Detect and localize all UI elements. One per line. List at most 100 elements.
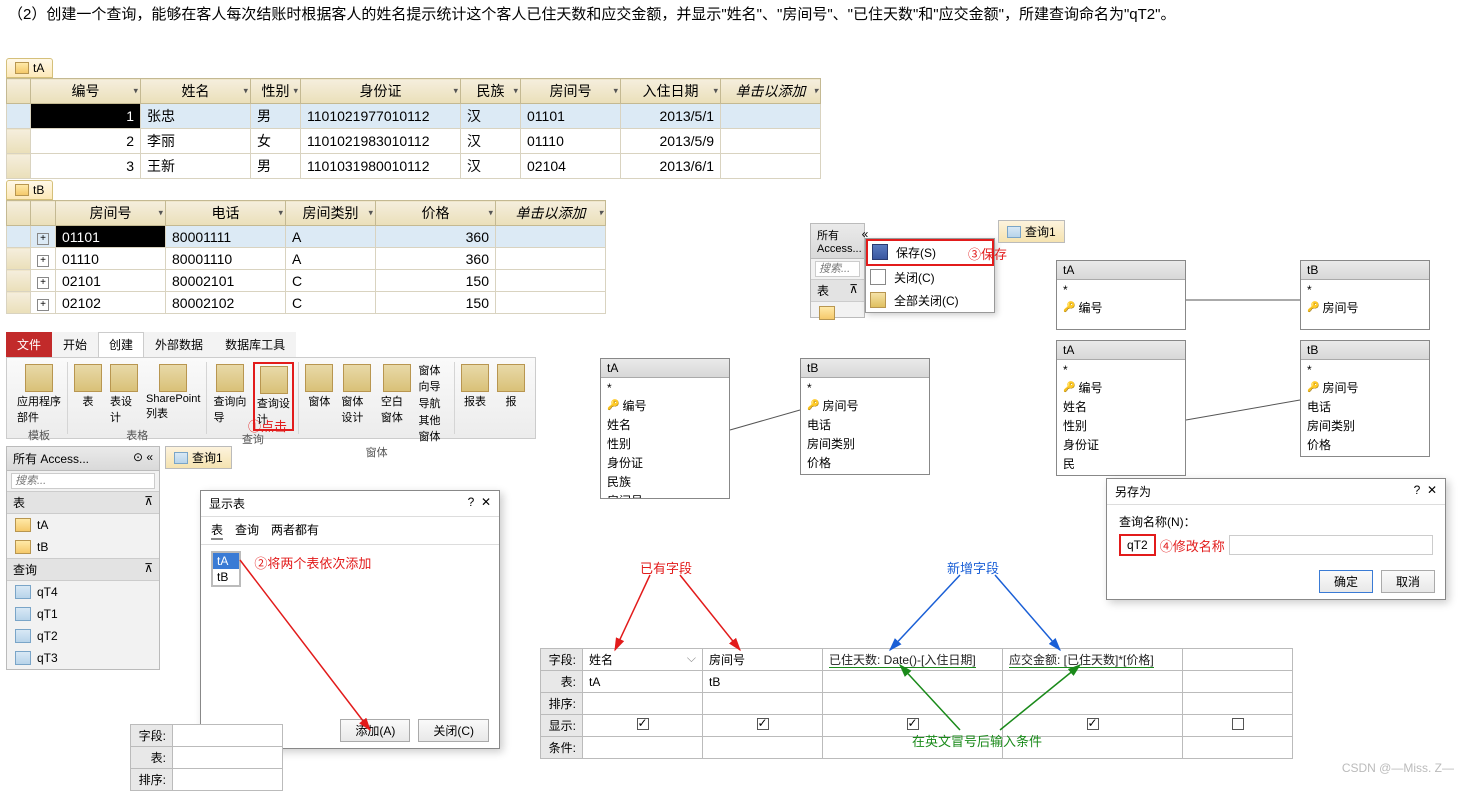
key-icon: 🔑 bbox=[607, 400, 619, 411]
dialog-title: 显示表 bbox=[209, 495, 245, 512]
search-input[interactable] bbox=[815, 261, 860, 277]
btn-table-design[interactable]: 表设计 bbox=[108, 362, 140, 427]
table-row[interactable]: +0111080001110A360 bbox=[7, 248, 606, 270]
table-row[interactable]: +0210180002101C150 bbox=[7, 270, 606, 292]
list-item[interactable]: tB bbox=[213, 569, 239, 585]
col-header[interactable]: 民族▾ bbox=[461, 79, 521, 104]
nav-cat-tables[interactable]: 表⊼ bbox=[7, 491, 159, 514]
close-icon[interactable]: ✕ bbox=[481, 495, 491, 509]
btn-blank-form[interactable]: 空白窗体 bbox=[379, 362, 415, 427]
nav-item-tA[interactable]: tA bbox=[7, 514, 159, 536]
col-add[interactable]: 单击以添加▾ bbox=[721, 79, 821, 104]
queryname-input[interactable]: qT2 bbox=[1119, 534, 1156, 556]
key-icon: 🔑 bbox=[807, 400, 819, 411]
close-icon[interactable]: ✕ bbox=[1427, 483, 1437, 497]
save-icon bbox=[872, 244, 888, 260]
col-add[interactable]: 单击以添加▾ bbox=[496, 201, 606, 226]
btn-form-design[interactable]: 窗体设计 bbox=[339, 362, 375, 427]
btn-other-forms[interactable]: 其他窗体 bbox=[418, 412, 450, 444]
btn-report2[interactable]: 报 bbox=[495, 362, 527, 411]
btn-sharepoint[interactable]: SharePoint 列表 bbox=[144, 362, 202, 423]
nav-item-query[interactable]: qT2 bbox=[7, 625, 159, 647]
ribbon-tab-file[interactable]: 文件 bbox=[6, 332, 52, 357]
close-button[interactable]: 关闭(C) bbox=[418, 719, 489, 742]
table-row[interactable]: 3王新男1101031980010112汉021042013/6/1 bbox=[7, 154, 821, 179]
expand-icon[interactable]: + bbox=[37, 255, 49, 267]
help-icon[interactable]: ? bbox=[1414, 483, 1421, 497]
tab-label: tA bbox=[33, 61, 44, 75]
tab-tables[interactable]: 表 bbox=[211, 521, 223, 540]
search-input[interactable] bbox=[11, 473, 155, 489]
nav-header[interactable]: 所有 Access...⊙ « bbox=[7, 447, 159, 471]
menu-close[interactable]: 关闭(C) bbox=[866, 266, 994, 289]
col-header[interactable]: 房间号▾ bbox=[521, 79, 621, 104]
queryname-field-rest[interactable] bbox=[1229, 535, 1433, 555]
col-header[interactable]: 价格▾ bbox=[376, 201, 496, 226]
col-header[interactable]: 性别▾ bbox=[251, 79, 301, 104]
col-header[interactable]: 身份证▾ bbox=[301, 79, 461, 104]
fieldlist-tB-top[interactable]: tB *🔑房间号 bbox=[1300, 260, 1430, 330]
table-row[interactable]: +0110180001111A360 bbox=[7, 226, 606, 248]
annotation-save: ③保存 bbox=[968, 244, 1007, 263]
fieldlist-tB-mid[interactable]: tB * 🔑房间号 电话 房间类别 价格 bbox=[1300, 340, 1430, 457]
nav-cat-queries[interactable]: 查询⊼ bbox=[7, 558, 159, 581]
grid-label: 字段: bbox=[131, 725, 173, 747]
table-tab-tB[interactable]: tB bbox=[6, 180, 53, 200]
btn-app-parts[interactable]: 应用程序 部件 bbox=[15, 362, 63, 427]
expand-icon[interactable]: + bbox=[37, 233, 49, 245]
table-row[interactable]: 2李丽女1101021983010112汉011102013/5/9 bbox=[7, 129, 821, 154]
row-selector-header bbox=[7, 79, 31, 104]
ribbon-tab[interactable]: 开始 bbox=[52, 332, 98, 357]
menu-closeall[interactable]: 全部关闭(C) bbox=[866, 289, 994, 312]
fieldlist-tB[interactable]: tB * 🔑房间号 电话 房间类别 价格 bbox=[800, 358, 930, 475]
col-header[interactable]: 姓名▾ bbox=[141, 79, 251, 104]
help-icon[interactable]: ? bbox=[468, 495, 475, 509]
btn-table[interactable]: 表 bbox=[72, 362, 104, 411]
col-header[interactable]: 房间号▾ bbox=[56, 201, 166, 226]
add-button[interactable]: 添加(A) bbox=[340, 719, 410, 742]
nav-item-tB[interactable]: tB bbox=[7, 536, 159, 558]
query1-tab[interactable]: 查询1 bbox=[165, 446, 232, 469]
table-row[interactable]: +0210280002102C150 bbox=[7, 292, 606, 314]
col-header[interactable]: 电话▾ bbox=[166, 201, 286, 226]
fieldlist-tA-top[interactable]: tA *🔑编号 bbox=[1056, 260, 1186, 330]
annotation-add-tables: ②将两个表依次添加 bbox=[254, 553, 371, 572]
show-checkbox[interactable] bbox=[637, 718, 649, 730]
ok-button[interactable]: 确定 bbox=[1319, 570, 1373, 593]
show-checkbox[interactable] bbox=[757, 718, 769, 730]
cancel-button[interactable]: 取消 bbox=[1381, 570, 1435, 593]
col-header[interactable]: 入住日期▾ bbox=[621, 79, 721, 104]
annotation-existing: 已有字段 bbox=[640, 558, 692, 577]
label-queryname: 查询名称(N)： bbox=[1119, 513, 1433, 530]
table-row[interactable]: 1张忠男1101021977010112汉011012013/5/1 bbox=[7, 104, 821, 129]
btn-report[interactable]: 报表 bbox=[459, 362, 491, 411]
btn-form[interactable]: 窗体 bbox=[303, 362, 335, 411]
col-header[interactable]: 房间类别▾ bbox=[286, 201, 376, 226]
ribbon-tab[interactable]: 外部数据 bbox=[144, 332, 214, 357]
nav-item-query[interactable]: qT1 bbox=[7, 603, 159, 625]
query-icon bbox=[1007, 226, 1021, 238]
table-tab-tA[interactable]: tA bbox=[6, 58, 53, 78]
fieldlist-tA-mid[interactable]: tA * 🔑编号 姓名 性别 身份证 民 bbox=[1056, 340, 1186, 476]
nav-item-query[interactable]: qT4 bbox=[7, 581, 159, 603]
show-table-dialog: 显示表? ✕ 表查询两者都有 tA tB ②将两个表依次添加 添加(A) 关闭(C… bbox=[200, 490, 500, 749]
tab-queries[interactable]: 查询 bbox=[235, 521, 259, 540]
show-checkbox[interactable] bbox=[1087, 718, 1099, 730]
nav-item-query[interactable]: qT3 bbox=[7, 647, 159, 669]
expand-icon[interactable]: + bbox=[37, 299, 49, 311]
show-checkbox[interactable] bbox=[1232, 718, 1244, 730]
btn-form-wizard[interactable]: 窗体向导 bbox=[418, 362, 450, 394]
col-header[interactable]: 编号▾ bbox=[31, 79, 141, 104]
show-checkbox[interactable] bbox=[907, 718, 919, 730]
fieldlist-tA[interactable]: tA * 🔑编号 姓名 性别 身份证 民族 房间号 bbox=[600, 358, 730, 499]
btn-nav[interactable]: 导航 bbox=[418, 395, 450, 411]
query1-tab-right[interactable]: 查询1 bbox=[998, 220, 1065, 243]
btn-query-wizard[interactable]: 查询向导 bbox=[211, 362, 248, 427]
expand-icon[interactable]: + bbox=[37, 277, 49, 289]
tab-both[interactable]: 两者都有 bbox=[271, 521, 319, 540]
dialog-title: 另存为 bbox=[1115, 483, 1151, 500]
ribbon-tab[interactable]: 数据库工具 bbox=[214, 332, 296, 357]
table-icon bbox=[819, 306, 835, 320]
ribbon-tab-create[interactable]: 创建 bbox=[98, 332, 144, 357]
list-item[interactable]: tA bbox=[213, 553, 239, 569]
